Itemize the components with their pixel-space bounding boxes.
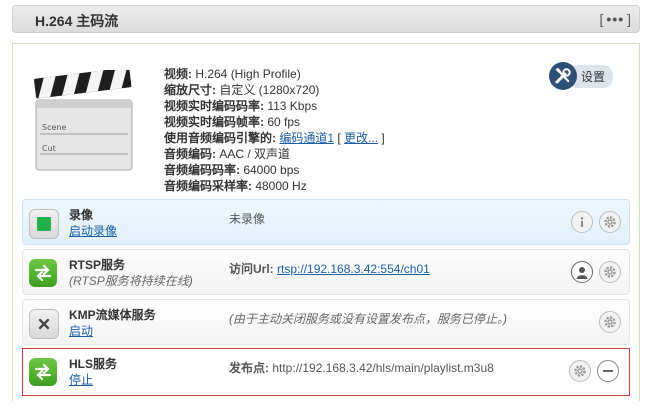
- transfer-icon: [29, 358, 57, 386]
- clapper-cut-label: Cut: [42, 144, 56, 153]
- start-record-link[interactable]: 启动录像: [69, 222, 117, 239]
- gear-icon[interactable]: [599, 261, 621, 283]
- info-value: 48000 Hz: [252, 179, 307, 193]
- info-value: 113 Kbps: [264, 99, 318, 113]
- record-icon: [29, 209, 59, 239]
- info-label: 缩放尺寸:: [164, 83, 216, 97]
- record-status: 未录像: [229, 212, 266, 226]
- service-row-record: 录像 启动录像 未录像: [22, 199, 630, 245]
- stopped-icon: [29, 309, 59, 339]
- info-audio-samplerate: 音频编码采样率: 48000 Hz: [164, 178, 385, 194]
- encoder-channel-link[interactable]: 编码通道1: [279, 131, 334, 145]
- user-icon[interactable]: [571, 261, 593, 283]
- info-scale: 缩放尺寸: 自定义 (1280x720): [164, 82, 385, 98]
- more-icon: •••: [606, 11, 625, 27]
- url-label: 访问Url:: [229, 262, 274, 276]
- gear-icon[interactable]: [599, 311, 621, 333]
- info-fps: 视频实时编码帧率: 60 fps: [164, 114, 385, 130]
- bracket: [: [334, 131, 345, 145]
- panel-header: H.264 主码流 [ ••• ]: [12, 5, 640, 33]
- info-video-bitrate: 视频实时编码码率: 113 Kbps: [164, 98, 385, 114]
- gear-icon[interactable]: [569, 360, 591, 382]
- rtsp-url-row: 访问Url: rtsp://192.168.3.42:554/ch01: [229, 260, 430, 277]
- url-label: 发布点:: [229, 361, 269, 375]
- service-name: KMP流媒体服务: [69, 308, 156, 322]
- bracket: ]: [378, 131, 385, 145]
- header-menu-button[interactable]: [ ••• ]: [600, 9, 632, 29]
- info-icon[interactable]: [571, 211, 593, 233]
- info-value: H.264 (High Profile): [192, 67, 301, 81]
- service-row-kmp: KMP流媒体服务 启动 (由于主动关闭服务或没有设置发布点，服务已停止。): [22, 299, 630, 345]
- info-label: 音频编码采样率:: [164, 179, 252, 193]
- info-audio-encoding: 音频编码: AAC / 双声道: [164, 146, 385, 162]
- rtsp-url-link[interactable]: rtsp://192.168.3.42:554/ch01: [277, 262, 430, 276]
- stream-info: 视频: H.264 (High Profile) 缩放尺寸: 自定义 (1280…: [164, 66, 385, 194]
- gear-icon[interactable]: [599, 211, 621, 233]
- info-audio-bitrate: 音频编码码率: 64000 bps: [164, 162, 385, 178]
- info-audio-engine: 使用音频编码引擎的: 编码通道1 [ 更改... ]: [164, 130, 385, 146]
- tools-icon: [549, 62, 577, 90]
- info-label: 视频实时编码码率:: [164, 99, 264, 113]
- kmp-status: (由于主动关闭服务或没有设置发布点，服务已停止。): [229, 312, 507, 326]
- service-name: 录像: [69, 208, 94, 222]
- change-engine-link[interactable]: 更改...: [344, 131, 378, 145]
- bracket-open: [: [599, 11, 604, 27]
- info-label: 音频编码:: [164, 147, 216, 161]
- hls-url-row: 发布点: http://192.168.3.42/hls/main/playli…: [229, 359, 494, 376]
- transfer-icon: [29, 259, 57, 287]
- info-label: 视频:: [164, 67, 192, 81]
- record-square: [37, 217, 51, 231]
- start-kmp-link[interactable]: 启动: [69, 322, 93, 339]
- rtsp-note: (RTSP服务将持续在线): [69, 274, 193, 288]
- clapper-scene-label: Scene: [42, 123, 66, 132]
- hls-url: http://192.168.3.42/hls/main/playlist.m3…: [272, 361, 494, 375]
- clapperboard-icon: Scene Cut: [34, 70, 133, 171]
- page-title: H.264 主码流: [35, 13, 119, 29]
- info-label: 视频实时编码帧率:: [164, 115, 264, 129]
- info-value: 60 fps: [264, 115, 301, 129]
- info-value: 64000 bps: [240, 163, 300, 177]
- remove-icon[interactable]: [597, 360, 619, 382]
- settings-button[interactable]: 设置: [549, 62, 614, 90]
- service-name: HLS服务: [69, 357, 118, 371]
- service-row-rtsp: RTSP服务 (RTSP服务将持续在线) 访问Url: rtsp://192.1…: [22, 249, 630, 295]
- bracket-close: ]: [627, 11, 631, 27]
- info-video: 视频: H.264 (High Profile): [164, 66, 385, 82]
- stop-hls-link[interactable]: 停止: [69, 371, 93, 388]
- info-label: 使用音频编码引擎的:: [164, 131, 276, 145]
- info-label: 音频编码码率:: [164, 163, 240, 177]
- info-value: 自定义 (1280x720): [216, 83, 320, 97]
- service-row-hls: HLS服务 停止 发布点: http://192.168.3.42/hls/ma…: [22, 348, 630, 396]
- info-value: AAC / 双声道: [216, 147, 291, 161]
- service-name: RTSP服务: [69, 258, 126, 272]
